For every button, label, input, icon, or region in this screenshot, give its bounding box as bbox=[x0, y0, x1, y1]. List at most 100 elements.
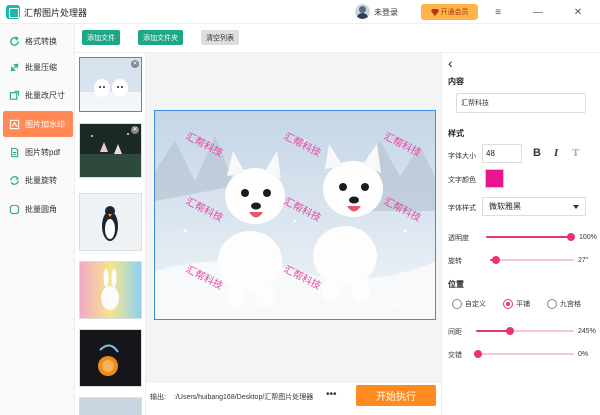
stagger-slider[interactable] bbox=[474, 348, 574, 360]
browse-output-button[interactable]: ••• bbox=[326, 389, 337, 400]
slider-handle[interactable] bbox=[474, 350, 482, 358]
vip-button-label: 开通会员 bbox=[440, 9, 469, 16]
refresh-icon bbox=[10, 35, 19, 46]
position-option-tile[interactable]: 平铺 bbox=[503, 299, 530, 309]
watermark-content-input[interactable]: 汇帮科技 bbox=[456, 93, 586, 113]
opacity-slider[interactable] bbox=[486, 231, 575, 243]
position-option-label: 平铺 bbox=[516, 301, 530, 308]
text-style-button[interactable]: T bbox=[572, 147, 579, 159]
sidebar-item-batch-round-corner[interactable]: 批量圆角 bbox=[3, 196, 73, 222]
remove-thumbnail-icon[interactable]: ✕ bbox=[131, 126, 139, 134]
radio-dot bbox=[547, 299, 557, 309]
back-arrow-icon[interactable]: ‹ bbox=[448, 55, 453, 71]
thumbnail-rabbit bbox=[80, 262, 141, 318]
slider-handle[interactable] bbox=[506, 327, 515, 335]
sidebar-item-label: 批量改尺寸 bbox=[25, 90, 65, 100]
opacity-label: 透明度 bbox=[448, 235, 469, 242]
rotate-value: 27° bbox=[578, 257, 589, 264]
add-folder-button[interactable]: 添加文件夹 bbox=[138, 30, 183, 45]
font-style-select[interactable]: 微软雅黑 bbox=[482, 197, 586, 216]
thumbnail-item[interactable] bbox=[79, 193, 142, 251]
position-option-grid[interactable]: 九宫格 bbox=[547, 299, 581, 309]
thumbnail-item[interactable] bbox=[79, 261, 142, 319]
font-style-value: 微软雅黑 bbox=[489, 202, 521, 211]
output-label: 输出: bbox=[150, 394, 166, 401]
sidebar-item-label: 批量圆角 bbox=[25, 204, 57, 214]
sidebar-item-add-watermark[interactable]: 图片加水印 bbox=[3, 111, 73, 137]
slider-track bbox=[478, 353, 574, 355]
sidebar-item-label: 图片转pdf bbox=[25, 147, 61, 157]
position-option-custom[interactable]: 自定义 bbox=[452, 299, 486, 309]
thumbnail-item[interactable] bbox=[79, 329, 142, 387]
compress-icon bbox=[10, 62, 19, 72]
slider-track bbox=[490, 259, 574, 261]
content-section-title: 内容 bbox=[448, 77, 464, 86]
sidebar-item-batch-resize[interactable]: 批量改尺寸 bbox=[3, 82, 73, 108]
thumbnail-penguin bbox=[80, 194, 141, 250]
round-corner-icon bbox=[9, 204, 20, 214]
font-size-input[interactable]: 48 bbox=[482, 144, 522, 163]
thumbnail-item[interactable]: ✕ bbox=[79, 123, 142, 178]
diamond-icon bbox=[430, 8, 439, 16]
rotate-slider[interactable] bbox=[490, 254, 574, 266]
output-path: :/Users/huibang168/Desktop/汇帮图片处理器 bbox=[174, 394, 314, 401]
add-file-button[interactable]: 添加文件 bbox=[82, 30, 120, 45]
sidebar-item-format-convert[interactable]: 格式转换 bbox=[3, 28, 73, 54]
app-logo-icon bbox=[6, 5, 20, 19]
stagger-value: 0% bbox=[578, 351, 589, 358]
thumbnail-item[interactable] bbox=[79, 397, 142, 415]
preview-image[interactable]: 汇帮科技 汇帮科技 汇帮科技 汇帮科技 汇帮科技 汇帮科技 汇帮科技 汇帮科技 … bbox=[154, 110, 436, 320]
radio-dot bbox=[452, 299, 462, 309]
style-section-title: 样式 bbox=[448, 129, 464, 138]
minimize-icon[interactable]: — bbox=[530, 4, 546, 20]
slider-handle[interactable] bbox=[491, 256, 500, 264]
position-section-title: 位置 bbox=[448, 280, 464, 289]
sidebar-item-batch-compress[interactable]: 批量压缩 bbox=[3, 54, 73, 80]
text-color-swatch[interactable] bbox=[485, 169, 504, 188]
stagger-label: 交错 bbox=[448, 352, 462, 359]
thumbnail-list: ✕ ✕ bbox=[75, 53, 146, 415]
opacity-value: 100% bbox=[579, 234, 597, 241]
output-bar: 输出: :/Users/huibang168/Desktop/汇帮图片处理器 •… bbox=[146, 383, 441, 415]
title-bar: 汇帮图片处理器 未登录 开通会员 ≡ — ✕ bbox=[0, 0, 600, 24]
sidebar-item-label: 格式转换 bbox=[25, 36, 57, 46]
preview-area: 汇帮科技 汇帮科技 汇帮科技 汇帮科技 汇帮科技 汇帮科技 汇帮科技 汇帮科技 … bbox=[146, 53, 441, 383]
slider-fill bbox=[476, 330, 511, 332]
clear-list-button[interactable]: 清空列表 bbox=[201, 30, 239, 45]
spacing-value: 245% bbox=[578, 328, 596, 335]
resize-icon bbox=[9, 90, 20, 100]
ai-creation-mark: Ai 创作 bbox=[392, 300, 421, 310]
toolbar: 添加文件 添加文件夹 清空列表 bbox=[75, 24, 600, 53]
menu-icon[interactable]: ≡ bbox=[490, 4, 506, 20]
thumbnail-item[interactable]: ✕ bbox=[79, 57, 142, 112]
sidebar: 格式转换 批量压缩 批量改尺寸 图片加水印 图片转pdf 批量旋转 批量圆角 bbox=[0, 24, 75, 415]
vip-button[interactable]: 开通会员 bbox=[421, 4, 478, 20]
font-size-label: 字体大小 bbox=[448, 153, 476, 160]
rotate-label: 旋转 bbox=[448, 258, 462, 265]
position-option-label: 自定义 bbox=[465, 301, 486, 308]
remove-thumbnail-icon[interactable]: ✕ bbox=[131, 60, 139, 68]
watermark-icon bbox=[9, 119, 20, 129]
thumbnail-orange bbox=[80, 330, 141, 386]
login-status[interactable]: 未登录 bbox=[374, 7, 398, 18]
app-title: 汇帮图片处理器 bbox=[24, 8, 88, 18]
slider-handle[interactable] bbox=[567, 233, 575, 241]
sidebar-item-image-to-pdf[interactable]: 图片转pdf bbox=[3, 139, 73, 165]
spacing-label: 间距 bbox=[448, 329, 462, 336]
spacing-slider[interactable] bbox=[476, 325, 574, 337]
start-button[interactable]: 开始执行 bbox=[356, 385, 436, 406]
sidebar-item-label: 图片加水印 bbox=[25, 119, 65, 129]
sidebar-item-batch-rotate[interactable]: 批量旋转 bbox=[3, 167, 73, 193]
user-avatar[interactable] bbox=[355, 4, 370, 19]
text-color-label: 文字颜色 bbox=[448, 177, 476, 184]
italic-button[interactable]: I bbox=[554, 147, 558, 159]
settings-panel: ‹ 内容 汇帮科技 样式 字体大小 48 B I T 文字颜色 字体样式 微软雅… bbox=[441, 53, 600, 415]
radio-dot bbox=[503, 299, 513, 309]
sidebar-item-label: 批量压缩 bbox=[25, 62, 57, 72]
position-option-label: 九宫格 bbox=[560, 301, 581, 308]
bold-button[interactable]: B bbox=[533, 147, 541, 159]
font-style-label: 字体样式 bbox=[448, 205, 476, 212]
close-icon[interactable]: ✕ bbox=[570, 4, 586, 20]
pdf-icon bbox=[11, 147, 19, 157]
slider-fill bbox=[486, 236, 571, 238]
